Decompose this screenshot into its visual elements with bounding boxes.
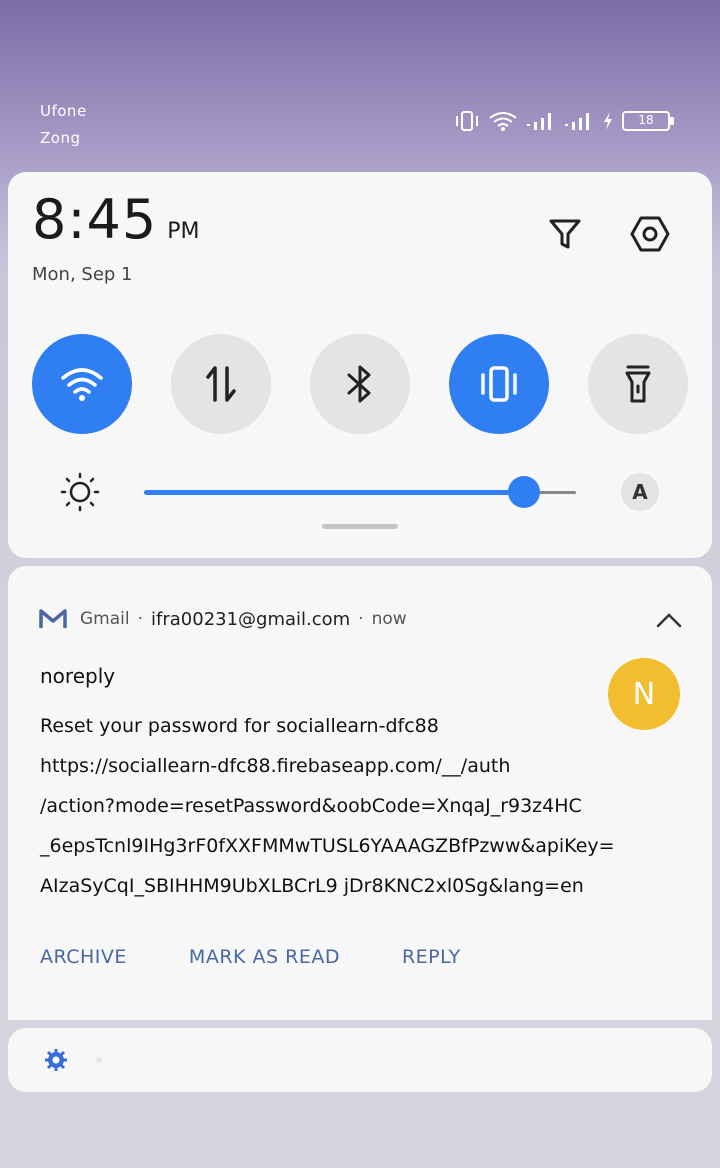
clock-time: 8:45 (32, 188, 158, 251)
settings-gear-icon (44, 1048, 68, 1072)
carrier-2: Zong (40, 129, 81, 147)
message-line: AIzaSyCqI_SBIHHM9UbXLBCrL9 jDr8KNC2xl0Sg… (40, 875, 584, 897)
date-label[interactable]: Mon, Sep 1 (32, 264, 133, 285)
tile-mobile-data[interactable] (171, 334, 271, 434)
message-line: https://sociallearn-dfc88.firebaseapp.co… (40, 755, 511, 777)
flashlight-icon (625, 365, 651, 403)
vibrate-icon (454, 110, 480, 132)
signal-icon (526, 110, 556, 132)
notification-header: Gmail · ifra00231@gmail.com · now (38, 608, 407, 630)
message-line: _6epsTcnl9IHg3rF0fXXFMMwTUSL6YAAAGZBfPzw… (40, 835, 615, 857)
data-transfer-icon (206, 366, 236, 402)
status-bar: Ufone Zong 18 (0, 0, 720, 170)
notification-actions: ARCHIVE MARK AS READ REPLY (40, 946, 523, 968)
notification-dot (96, 1057, 102, 1063)
collapse-button[interactable] (654, 608, 684, 632)
brightness-icon (60, 472, 100, 512)
filter-icon (549, 219, 581, 249)
notification-time: now (371, 609, 407, 629)
sender-name: noreply (40, 664, 116, 688)
battery-icon: 18 (622, 110, 676, 132)
system-notification[interactable] (8, 1028, 712, 1092)
archive-button[interactable]: ARCHIVE (40, 946, 127, 968)
tile-flashlight[interactable] (588, 334, 688, 434)
chevron-up-icon (656, 613, 682, 628)
clock[interactable]: 8:45 PM (32, 188, 200, 251)
wifi-icon (61, 368, 103, 401)
charging-icon (602, 110, 614, 132)
slider-fill (144, 490, 525, 495)
battery-level: 18 (638, 113, 654, 127)
settings-button[interactable] (628, 212, 672, 256)
gear-icon (630, 216, 670, 252)
gmail-notification[interactable]: Gmail · ifra00231@gmail.com · now N nore… (8, 566, 712, 1020)
account-email: ifra00231@gmail.com (151, 608, 351, 630)
tile-bluetooth[interactable] (310, 334, 410, 434)
separator-dot: · (358, 609, 364, 629)
vibrate-icon (481, 366, 517, 402)
separator-dot: · (137, 609, 144, 629)
bluetooth-icon (347, 365, 371, 403)
tile-vibrate[interactable] (449, 334, 549, 434)
tile-wifi[interactable] (32, 334, 132, 434)
slider-thumb[interactable] (508, 476, 541, 508)
message-line: Reset your password for sociallearn-dfc8… (40, 715, 439, 737)
status-icons: 18 (454, 110, 676, 132)
notification-filter-button[interactable] (543, 212, 587, 256)
reply-button[interactable]: REPLY (402, 946, 461, 968)
auto-brightness-button[interactable]: A (621, 473, 659, 511)
wifi-icon (488, 110, 518, 132)
gmail-icon (39, 609, 67, 628)
message-line: /action?mode=resetPassword&oobCode=XnqaJ… (40, 795, 582, 817)
carrier-1: Ufone (40, 102, 87, 120)
app-name: Gmail (80, 609, 130, 629)
clock-ampm: PM (167, 219, 200, 244)
quick-settings-panel: 8:45 PM Mon, Sep 1 A (8, 172, 712, 558)
carrier-names: Ufone Zong (40, 98, 87, 152)
mark-as-read-button[interactable]: MARK AS READ (189, 946, 340, 968)
panel-drag-handle[interactable] (322, 524, 398, 529)
signal-icon (564, 110, 594, 132)
brightness-slider[interactable] (144, 475, 576, 509)
message-body: Reset your password for sociallearn-dfc8… (40, 706, 680, 906)
